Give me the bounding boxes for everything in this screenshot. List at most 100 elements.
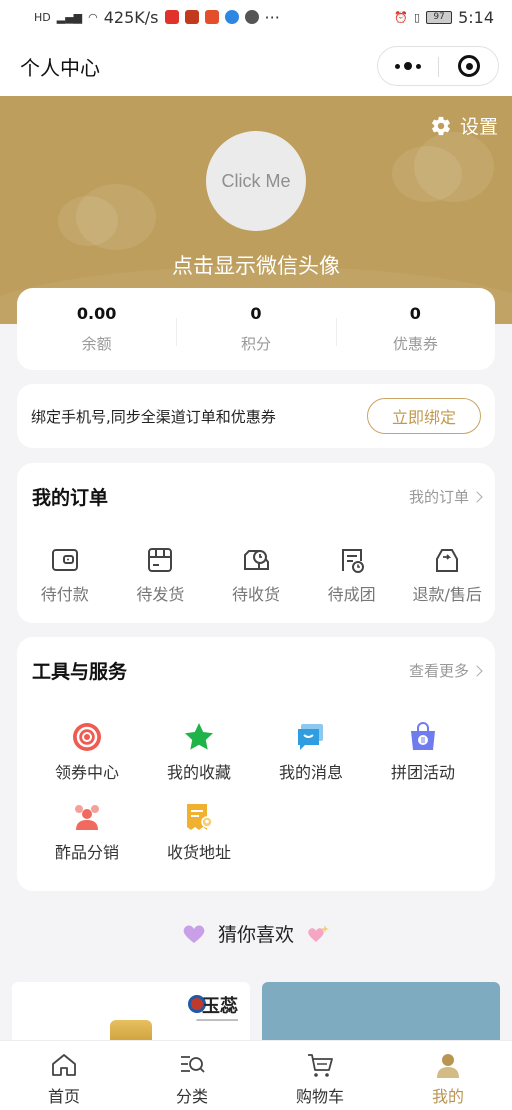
- title-bar: 个人中心: [0, 34, 512, 96]
- tool-my-favorites[interactable]: 我的收藏: [143, 721, 255, 783]
- status-left: HD ▂▄▆ ◠ 425K/s ···: [34, 8, 394, 27]
- vibrate-icon: ▯: [414, 10, 421, 24]
- settings-button[interactable]: 设置: [430, 112, 498, 139]
- app-notification-icon: [184, 10, 199, 24]
- tool-label: 酢品分销: [54, 843, 119, 862]
- avatar-button[interactable]: Click Me: [206, 131, 306, 231]
- tool-coupon-center[interactable]: 领券中心: [31, 721, 143, 783]
- order-status-label: 待付款: [40, 585, 89, 604]
- hd-icon: HD: [34, 10, 51, 24]
- alarm-icon: ⏰: [394, 10, 408, 24]
- tab-label: 首页: [47, 1087, 80, 1106]
- gear-icon: [432, 116, 450, 135]
- tools-more-label: 查看更多: [408, 662, 469, 680]
- profile-icon: [437, 1054, 459, 1078]
- tab-label: 购物车: [295, 1087, 344, 1106]
- wifi-icon: ◠: [88, 10, 98, 24]
- refund-icon: [436, 549, 459, 572]
- bag-icon: [411, 722, 435, 750]
- stat-label: 积分: [240, 335, 271, 353]
- orders-more-link[interactable]: 我的订单: [408, 486, 483, 507]
- tool-label: 收货地址: [166, 843, 231, 862]
- tool-my-messages[interactable]: 我的消息: [255, 721, 367, 783]
- account-stats-card: 0.00 余额 0 积分 0 优惠券: [17, 288, 495, 370]
- bind-phone-text: 绑定手机号,同步全渠道订单和优惠券: [31, 408, 276, 426]
- order-status-list: 待付款 待发货 待收货 待成团 退款/售后: [17, 545, 495, 605]
- battery-icon: 97: [426, 10, 453, 24]
- bind-phone-card: 绑定手机号,同步全渠道订单和优惠券 立即绑定: [17, 384, 495, 448]
- tools-more-link[interactable]: 查看更多: [408, 660, 483, 681]
- order-status-label: 待发货: [136, 585, 185, 604]
- close-target-icon: [458, 55, 480, 77]
- tab-label: 分类: [175, 1087, 208, 1106]
- page-title: 个人中心: [20, 56, 100, 80]
- tools-grid: 领券中心 我的收藏 我的消息 拼团活动 酢品分销 收货地址: [31, 721, 481, 863]
- tab-category[interactable]: 分类: [128, 1041, 256, 1110]
- tab-cart[interactable]: 购物车: [256, 1041, 384, 1110]
- tool-distribution[interactable]: 酢品分销: [31, 801, 143, 863]
- status-right: ⏰ ▯ 97 5:14: [394, 8, 494, 27]
- brand-subtitle-decoration: ▁▁▁▁▁▁▁▁▁: [196, 1014, 238, 1021]
- tab-profile[interactable]: 我的: [384, 1041, 512, 1110]
- order-pending-group[interactable]: 待成团: [304, 545, 400, 605]
- orders-title: 我的订单: [32, 487, 109, 509]
- status-bar: HD ▂▄▆ ◠ 425K/s ··· ⏰ ▯ 97 5:14: [0, 0, 512, 34]
- stat-balance[interactable]: 0.00 余额: [17, 304, 176, 354]
- more-button[interactable]: [378, 47, 438, 85]
- app-notification-icon: [224, 10, 239, 24]
- app-notification-icon: [204, 10, 219, 24]
- order-pending-payment[interactable]: 待付款: [17, 545, 113, 605]
- bottom-tab-bar: 首页 分类 购物车 我的: [0, 1040, 512, 1110]
- message-icon: [298, 724, 323, 750]
- app-notification-icon: [244, 10, 259, 24]
- tools-title: 工具与服务: [32, 661, 128, 683]
- cloud-decoration: [76, 184, 156, 250]
- cart-icon: [308, 1054, 333, 1077]
- wallet-icon: [51, 549, 78, 571]
- order-status-label: 待成团: [327, 585, 376, 604]
- order-pending-shipment[interactable]: 待发货: [113, 545, 209, 605]
- avatar-hint[interactable]: 点击显示微信头像: [0, 250, 512, 280]
- stat-label: 优惠券: [392, 335, 438, 353]
- stat-value: 0: [409, 304, 421, 323]
- coupon-icon: [73, 723, 101, 751]
- tab-home[interactable]: 首页: [0, 1041, 128, 1110]
- tools-services-card: 工具与服务 查看更多 领券中心 我的收藏 我的消息 拼团活动 酢品分销 收货地址: [17, 637, 495, 891]
- more-dots-icon: [395, 62, 421, 70]
- truck-icon: [243, 550, 269, 570]
- tool-group-buy[interactable]: 拼团活动: [367, 721, 479, 783]
- chevron-right-icon: [471, 664, 483, 677]
- recommend-header: 猜你喜欢: [0, 920, 512, 947]
- box-icon: [148, 548, 173, 572]
- stat-points[interactable]: 0 积分: [176, 304, 335, 354]
- clock: 5:14: [458, 7, 494, 27]
- tool-label: 我的消息: [278, 763, 343, 782]
- orders-more-label: 我的订单: [408, 488, 469, 506]
- order-status-label: 待收货: [231, 585, 280, 604]
- more-notifications: ···: [264, 7, 280, 27]
- network-speed: 425K/s: [103, 7, 159, 27]
- stat-value: 0.00: [76, 304, 117, 323]
- app-notification-icon: [164, 10, 179, 24]
- stat-coupons[interactable]: 0 优惠券: [335, 304, 495, 354]
- close-button[interactable]: [439, 47, 499, 85]
- address-icon: [187, 804, 213, 830]
- order-pending-receipt[interactable]: 待收货: [208, 545, 304, 605]
- my-orders-card: 我的订单 我的订单 待付款 待发货 待收货 待成团 退款/售后: [17, 463, 495, 623]
- category-icon: [181, 1056, 205, 1073]
- order-refund[interactable]: 退款/售后: [399, 545, 495, 605]
- tab-label: 我的: [431, 1087, 464, 1106]
- tool-label: 我的收藏: [166, 763, 231, 782]
- home-icon: [52, 1054, 76, 1076]
- signal-icon: ▂▄▆: [56, 10, 83, 24]
- heart-icon: [183, 924, 205, 943]
- tool-shipping-address[interactable]: 收货地址: [143, 801, 255, 863]
- stat-label: 余额: [81, 335, 112, 353]
- group-icon: [341, 549, 364, 573]
- order-status-label: 退款/售后: [412, 585, 482, 604]
- bind-now-button[interactable]: 立即绑定: [367, 398, 481, 434]
- people-icon: [75, 805, 99, 830]
- stat-value: 0: [250, 304, 262, 323]
- miniprogram-capsule: [377, 46, 499, 86]
- chevron-right-icon: [471, 490, 483, 503]
